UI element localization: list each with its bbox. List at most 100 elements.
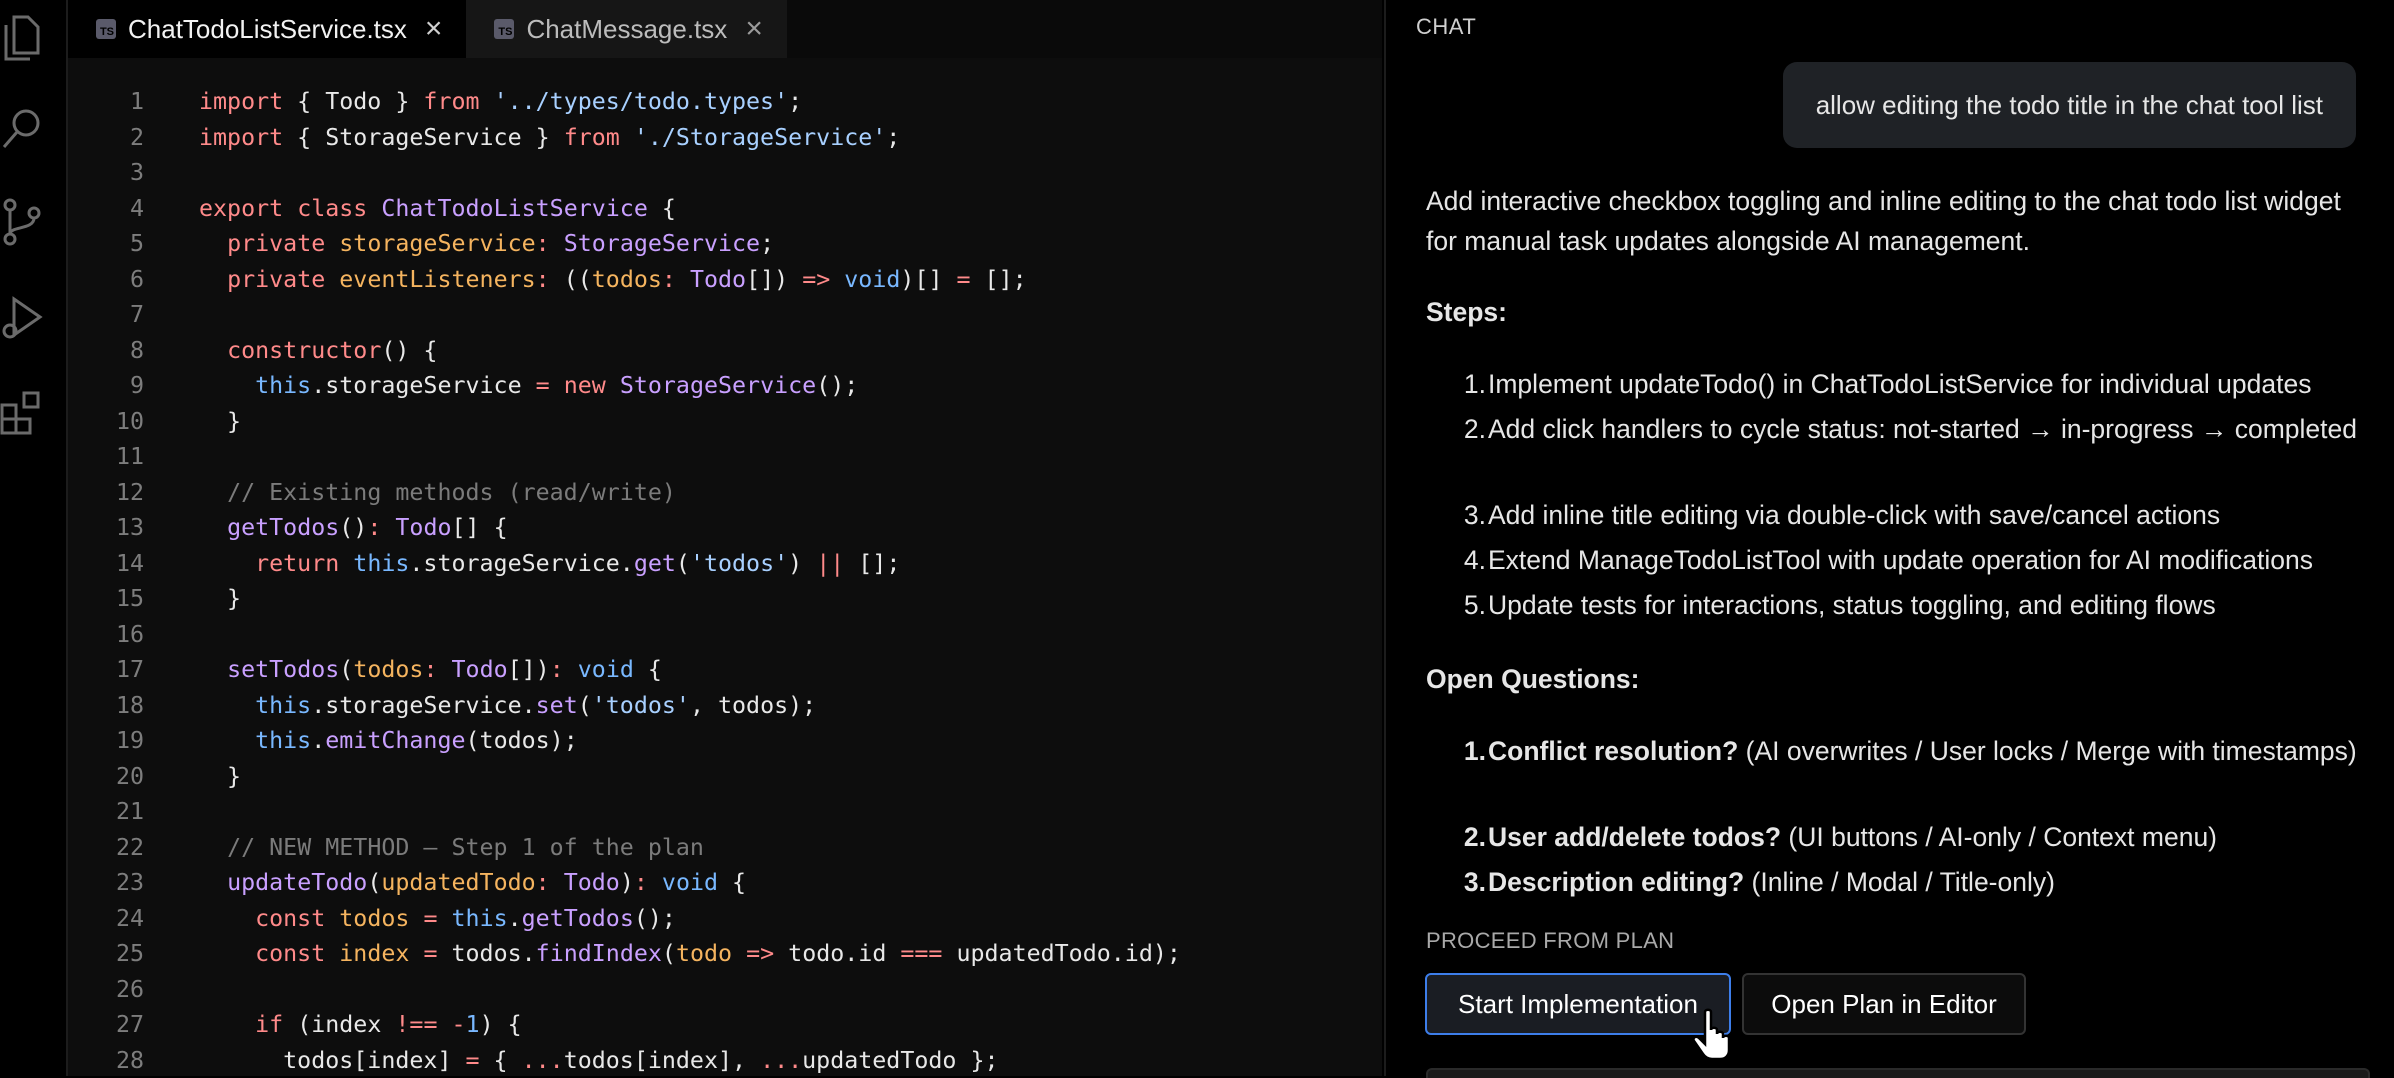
line-number: 14 bbox=[68, 546, 144, 582]
line-number: 9 bbox=[68, 368, 144, 404]
line-number: 2 bbox=[68, 120, 144, 156]
steps-heading: Steps: bbox=[1426, 292, 2356, 332]
code-text: const todos = this.getTodos(); bbox=[199, 901, 676, 937]
question-text: Conflict resolution? (AI overwrites / Us… bbox=[1488, 731, 2358, 771]
question-text: User add/delete todos? (UI buttons / AI-… bbox=[1488, 817, 2358, 857]
code-text: this.storageService.set('todos', todos); bbox=[199, 688, 816, 724]
start-implementation-button[interactable]: Start Implementation bbox=[1425, 973, 1731, 1035]
code-line: 2import { StorageService } from './Stora… bbox=[68, 120, 1382, 156]
line-number: 12 bbox=[68, 475, 144, 511]
code-line: 27 if (index !== -1) { bbox=[68, 1007, 1382, 1043]
code-line: 3 bbox=[68, 155, 1382, 191]
line-number: 25 bbox=[68, 936, 144, 972]
code-line: 24 const todos = this.getTodos(); bbox=[68, 901, 1382, 937]
code-text: this.storageService = new StorageService… bbox=[199, 368, 858, 404]
code-line: 19 this.emitChange(todos); bbox=[68, 723, 1382, 759]
line-number: 7 bbox=[68, 297, 144, 333]
editor-tabs: TS ChatTodoListService.tsx × TS ChatMess… bbox=[68, 0, 1382, 58]
code-line: 7 bbox=[68, 297, 1382, 333]
question-text: Description editing? (Inline / Modal / T… bbox=[1488, 862, 2358, 902]
line-number: 6 bbox=[68, 262, 144, 298]
question-title: Description editing? bbox=[1488, 867, 1744, 897]
code-text: updateTodo(updatedTodo: Todo): void { bbox=[199, 865, 746, 901]
questions-heading: Open Questions: bbox=[1426, 659, 2356, 699]
code-line: 14 return this.storageService.get('todos… bbox=[68, 546, 1382, 582]
code-text: return this.storageService.get('todos') … bbox=[199, 546, 900, 582]
question-number: 3. bbox=[1456, 862, 1486, 902]
step-number: 1. bbox=[1456, 364, 1486, 404]
code-line: 25 const index = todos.findIndex(todo =>… bbox=[68, 936, 1382, 972]
code-text: private storageService: StorageService; bbox=[199, 226, 774, 262]
close-icon[interactable]: × bbox=[745, 14, 763, 44]
line-number: 28 bbox=[68, 1043, 144, 1078]
code-line: 9 this.storageService = new StorageServi… bbox=[68, 368, 1382, 404]
code-text: const index = todos.findIndex(todo => to… bbox=[199, 936, 1181, 972]
code-text: private eventListeners: ((todos: Todo[])… bbox=[199, 262, 1027, 298]
code-line: 18 this.storageService.set('todos', todo… bbox=[68, 688, 1382, 724]
code-text: import { Todo } from '../types/todo.type… bbox=[199, 84, 802, 120]
code-text: export class ChatTodoListService { bbox=[199, 191, 676, 227]
line-number: 20 bbox=[68, 759, 144, 795]
user-message: allow editing the todo title in the chat… bbox=[1783, 62, 2356, 148]
line-number: 22 bbox=[68, 830, 144, 866]
source-control-icon[interactable] bbox=[0, 192, 44, 252]
code-line: 12 // Existing methods (read/write) bbox=[68, 475, 1382, 511]
code-text: // NEW METHOD — Step 1 of the plan bbox=[199, 830, 704, 866]
line-number: 17 bbox=[68, 652, 144, 688]
step-number: 2. bbox=[1456, 409, 1486, 449]
proceed-label: PROCEED FROM PLAN bbox=[1426, 928, 1674, 954]
tab-chattodolistservice[interactable]: TS ChatTodoListService.tsx × bbox=[68, 0, 466, 58]
chat-input-edge[interactable] bbox=[1426, 1068, 2370, 1078]
line-number: 23 bbox=[68, 865, 144, 901]
code-area[interactable]: 1 import { Todo } from '../types/todo.typ… bbox=[68, 84, 1382, 1078]
code-line: 11 bbox=[68, 439, 1382, 475]
open-plan-in-editor-button[interactable]: Open Plan in Editor bbox=[1742, 973, 2026, 1035]
code-editor: TS ChatTodoListService.tsx × TS ChatMess… bbox=[68, 0, 1382, 1076]
line-number: 19 bbox=[68, 723, 144, 759]
chat-panel: CHAT allow editing the todo title in the… bbox=[1384, 0, 2394, 1076]
question-title: Conflict resolution? bbox=[1488, 736, 1738, 766]
code-line: 4export class ChatTodoListService { bbox=[68, 191, 1382, 227]
search-icon[interactable] bbox=[0, 98, 44, 158]
files-icon[interactable] bbox=[0, 8, 44, 68]
code-text: // Existing methods (read/write) bbox=[199, 475, 676, 511]
line-number: 16 bbox=[68, 617, 144, 653]
step-text: Add click handlers to cycle status: not-… bbox=[1488, 409, 2358, 449]
code-text: todos[index] = { ...todos[index], ...upd… bbox=[199, 1043, 999, 1078]
line-number: 10 bbox=[68, 404, 144, 440]
code-line: 26 bbox=[68, 972, 1382, 1008]
code-text: getTodos(): Todo[] { bbox=[199, 510, 508, 546]
code-line: 10 } bbox=[68, 404, 1382, 440]
extensions-icon[interactable] bbox=[0, 382, 44, 442]
step-number: 5. bbox=[1456, 585, 1486, 625]
tab-chatmessage[interactable]: TS ChatMessage.tsx × bbox=[466, 0, 786, 58]
line-number: 15 bbox=[68, 581, 144, 617]
line-number: 21 bbox=[68, 794, 144, 830]
line-number: 5 bbox=[68, 226, 144, 262]
typescript-file-icon: TS bbox=[494, 19, 514, 39]
close-icon[interactable]: × bbox=[425, 14, 443, 44]
response-summary: Add interactive checkbox toggling and in… bbox=[1426, 181, 2356, 261]
code-text: if (index !== -1) { bbox=[199, 1007, 522, 1043]
line-number: 26 bbox=[68, 972, 144, 1008]
line-number: 13 bbox=[68, 510, 144, 546]
question-number: 1. bbox=[1456, 731, 1486, 771]
step-number: 3. bbox=[1456, 495, 1486, 535]
typescript-file-icon: TS bbox=[96, 19, 116, 39]
code-line: 28 todos[index] = { ...todos[index], ...… bbox=[68, 1043, 1382, 1078]
line-number: 11 bbox=[68, 439, 144, 475]
activity-bar bbox=[0, 0, 68, 1076]
question-options: (Inline / Modal / Title-only) bbox=[1744, 867, 2055, 897]
line-number: 1 bbox=[68, 84, 144, 120]
code-text: } bbox=[199, 759, 241, 795]
line-number: 24 bbox=[68, 901, 144, 937]
code-line: 17 setTodos(todos: Todo[]): void { bbox=[68, 652, 1382, 688]
code-line: 16 bbox=[68, 617, 1382, 653]
tab-label: ChatMessage.tsx bbox=[526, 14, 727, 45]
run-debug-icon[interactable] bbox=[0, 288, 44, 348]
code-line: 23 updateTodo(updatedTodo: Todo): void { bbox=[68, 865, 1382, 901]
code-text: constructor() { bbox=[199, 333, 437, 369]
line-number: 8 bbox=[68, 333, 144, 369]
step-text: Add inline title editing via double-clic… bbox=[1488, 495, 2358, 535]
line-number: 18 bbox=[68, 688, 144, 724]
